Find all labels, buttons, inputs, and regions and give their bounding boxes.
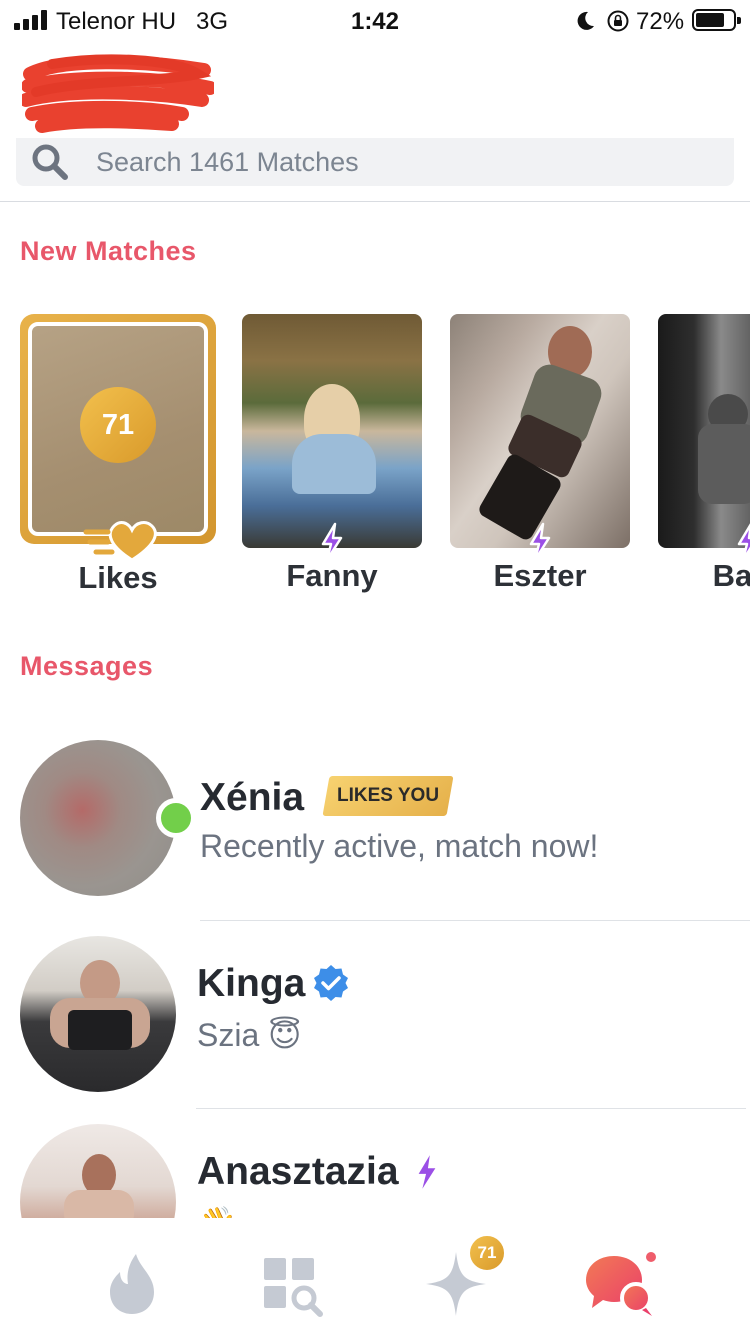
- explore-icon[interactable]: [254, 1248, 334, 1318]
- search-bar[interactable]: [16, 138, 734, 186]
- header-divider: [0, 201, 750, 202]
- super-like-bolt-icon: [737, 523, 750, 562]
- message-name: Xénia: [200, 776, 305, 819]
- message-row-kinga[interactable]: Kinga Szia 😇: [0, 936, 750, 1116]
- tab-likes-count-badge: 71: [468, 1234, 506, 1272]
- new-matches-title: New Matches: [20, 236, 197, 266]
- avatar: [20, 1124, 176, 1218]
- flame-icon[interactable]: [92, 1248, 172, 1318]
- super-like-bolt-icon: [529, 522, 551, 562]
- redacted-scribble: [22, 54, 214, 133]
- match-name: Barb: [712, 558, 750, 593]
- online-status-dot: [156, 798, 196, 838]
- super-like-bolt-icon: [321, 522, 343, 562]
- search-icon: [32, 144, 68, 180]
- battery-icon: [692, 9, 741, 31]
- likes-blurred-preview: 71: [28, 322, 208, 536]
- message-name: Anasztazia: [197, 1150, 399, 1193]
- match-name: Eszter: [493, 558, 587, 593]
- battery-percent: 72%: [636, 8, 685, 35]
- super-like-bolt-icon: [418, 1155, 436, 1189]
- likes-card[interactable]: 71 Likes: [20, 314, 216, 595]
- search-input[interactable]: [96, 138, 696, 186]
- match-card-barb[interactable]: Barb: [658, 314, 750, 593]
- verified-badge-icon: [314, 965, 348, 1001]
- tab-bar: [0, 1218, 750, 1334]
- likes-label: Likes: [78, 560, 158, 595]
- message-row-xenia[interactable]: Xénia LIKES YOU Recently active, match n…: [0, 740, 750, 920]
- match-card-eszter[interactable]: Eszter: [450, 314, 630, 593]
- rotation-lock-icon: [607, 10, 629, 32]
- message-preview: Recently active, match now!: [200, 828, 599, 864]
- do-not-disturb-icon: [577, 11, 594, 30]
- message-preview: Szia 😇: [197, 1017, 302, 1053]
- likes-you-badge: LIKES YOU: [322, 776, 454, 816]
- match-photo: [242, 314, 422, 548]
- avatar: [20, 740, 176, 896]
- message-name: Kinga: [197, 962, 306, 1005]
- row-divider: [200, 920, 750, 921]
- chat-notification-dot: [646, 1252, 656, 1262]
- new-matches-carousel[interactable]: 71 Likes Fanny Eszter Ba: [0, 314, 750, 604]
- likes-count-badge: 71: [80, 387, 156, 463]
- match-card-fanny[interactable]: Fanny: [242, 314, 422, 593]
- message-preview: 👋: [197, 1204, 237, 1218]
- status-bar: Telenor HU 3G 1:42 72%: [0, 0, 750, 42]
- likes-frame: 71: [20, 314, 216, 544]
- gold-heart-icon: [83, 521, 157, 562]
- messages-title: Messages: [20, 651, 154, 681]
- avatar: [20, 936, 176, 1092]
- row-divider: [196, 1108, 746, 1109]
- match-name: Fanny: [286, 558, 378, 593]
- message-row-anasztazia[interactable]: Anasztazia 👋: [0, 1124, 750, 1218]
- match-photo: [450, 314, 630, 548]
- match-photo: [658, 314, 750, 548]
